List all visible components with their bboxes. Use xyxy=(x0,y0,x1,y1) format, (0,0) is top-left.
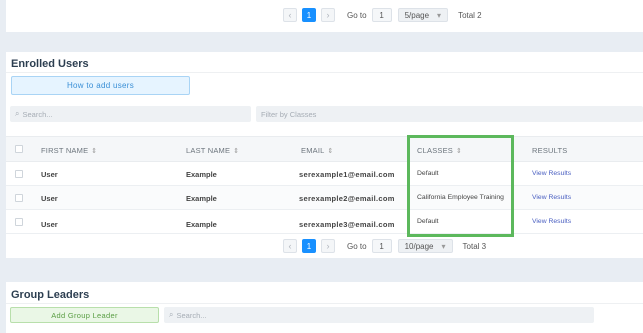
total-count: Total 3 xyxy=(462,241,487,251)
current-page-button[interactable]: 1 xyxy=(302,239,316,253)
email-cell: serexample1@email.com xyxy=(299,170,395,179)
table-row: User Example serexample1@email.com Defau… xyxy=(6,162,643,186)
page-size-select[interactable]: 10/page ▾ xyxy=(397,239,453,253)
sort-icon: ⇕ xyxy=(233,148,240,155)
goto-page-input[interactable]: 1 xyxy=(371,239,392,253)
column-header-classes[interactable]: CLASSES ⇕ xyxy=(417,146,462,155)
table-header: FIRST NAME ⇕ LAST NAME ⇕ EMAIL ⇕ CLASSES ⇕ R… xyxy=(6,136,643,162)
goto-label: Go to xyxy=(347,10,367,20)
sort-icon: ⇕ xyxy=(91,148,98,155)
email-cell: serexample2@email.com xyxy=(299,194,395,203)
page-size-select[interactable]: 5/page ▾ xyxy=(397,8,449,22)
divider xyxy=(6,72,643,73)
goto-page-input[interactable]: 1 xyxy=(371,8,392,22)
chevron-down-icon: ▾ xyxy=(441,241,446,251)
column-header-first-name[interactable]: FIRST NAME ⇕ xyxy=(41,146,97,155)
current-page-button[interactable]: 1 xyxy=(302,8,316,22)
classes-cell: Default xyxy=(417,170,439,177)
email-cell: serexample3@email.com xyxy=(299,220,395,229)
enrolled-pagination: ‹ 1 › Go to 1 10/page ▾ Total 3 xyxy=(283,239,486,253)
classes-cell: Default xyxy=(417,218,439,225)
add-group-leader-button[interactable]: Add Group Leader xyxy=(10,307,159,323)
select-all-checkbox[interactable] xyxy=(15,145,23,153)
column-header-last-name[interactable]: LAST NAME ⇕ xyxy=(186,146,239,155)
page-size-value: 5/page xyxy=(404,10,430,20)
first-name-cell: User xyxy=(41,220,58,229)
table-row: User Example serexample3@email.com Defau… xyxy=(6,210,643,234)
next-page-button[interactable]: › xyxy=(321,8,335,22)
row-checkbox[interactable] xyxy=(15,194,23,202)
page-size-value: 10/page xyxy=(404,241,434,251)
row-checkbox[interactable] xyxy=(15,170,23,178)
sort-icon: ⇕ xyxy=(456,148,463,155)
group-leader-search-input[interactable]: ⌕ Search... xyxy=(164,307,594,323)
search-placeholder: Search... xyxy=(22,109,53,119)
search-placeholder: Search... xyxy=(176,310,207,320)
row-checkbox[interactable] xyxy=(15,218,23,226)
search-input[interactable]: ⌕ Search... xyxy=(10,106,251,122)
divider xyxy=(6,303,643,304)
column-header-results: RESULTS xyxy=(532,146,568,155)
next-page-button[interactable]: › xyxy=(321,239,335,253)
prev-page-button[interactable]: ‹ xyxy=(283,8,297,22)
view-results-link[interactable]: View Results xyxy=(532,194,571,201)
total-count: Total 2 xyxy=(458,10,482,20)
filter-placeholder: Filter by Classes xyxy=(261,109,317,119)
first-name-cell: User xyxy=(41,194,58,203)
group-leaders-card: Group Leaders Add Group Leader ⌕ Search.… xyxy=(6,282,643,333)
section-title-group-leaders: Group Leaders xyxy=(11,289,90,301)
view-results-link[interactable]: View Results xyxy=(532,170,571,177)
enrolled-users-card: Enrolled Users How to add users ⌕ Search… xyxy=(6,52,643,258)
classes-cell: California Employee Training xyxy=(417,194,504,201)
goto-label: Go to xyxy=(347,241,367,251)
previous-section-card: ‹ 1 › Go to 1 5/page ▾ Total 2 xyxy=(6,0,643,32)
search-icon: ⌕ xyxy=(15,109,20,118)
last-name-cell: Example xyxy=(186,220,217,229)
prev-page-button[interactable]: ‹ xyxy=(283,239,297,253)
column-header-email[interactable]: EMAIL ⇕ xyxy=(301,146,334,155)
table-row: User Example serexample2@email.com Calif… xyxy=(6,186,643,210)
last-name-cell: Example xyxy=(186,170,217,179)
sort-icon: ⇕ xyxy=(327,148,334,155)
how-to-add-users-button[interactable]: How to add users xyxy=(11,76,190,95)
chevron-down-icon: ▾ xyxy=(437,10,442,20)
section-title-enrolled-users: Enrolled Users xyxy=(11,58,89,70)
last-name-cell: Example xyxy=(186,194,217,203)
filter-by-classes-input[interactable]: Filter by Classes xyxy=(256,106,643,122)
search-icon: ⌕ xyxy=(169,310,174,319)
first-name-cell: User xyxy=(41,170,58,179)
top-pagination: ‹ 1 › Go to 1 5/page ▾ Total 2 xyxy=(283,8,482,22)
view-results-link[interactable]: View Results xyxy=(532,218,571,225)
